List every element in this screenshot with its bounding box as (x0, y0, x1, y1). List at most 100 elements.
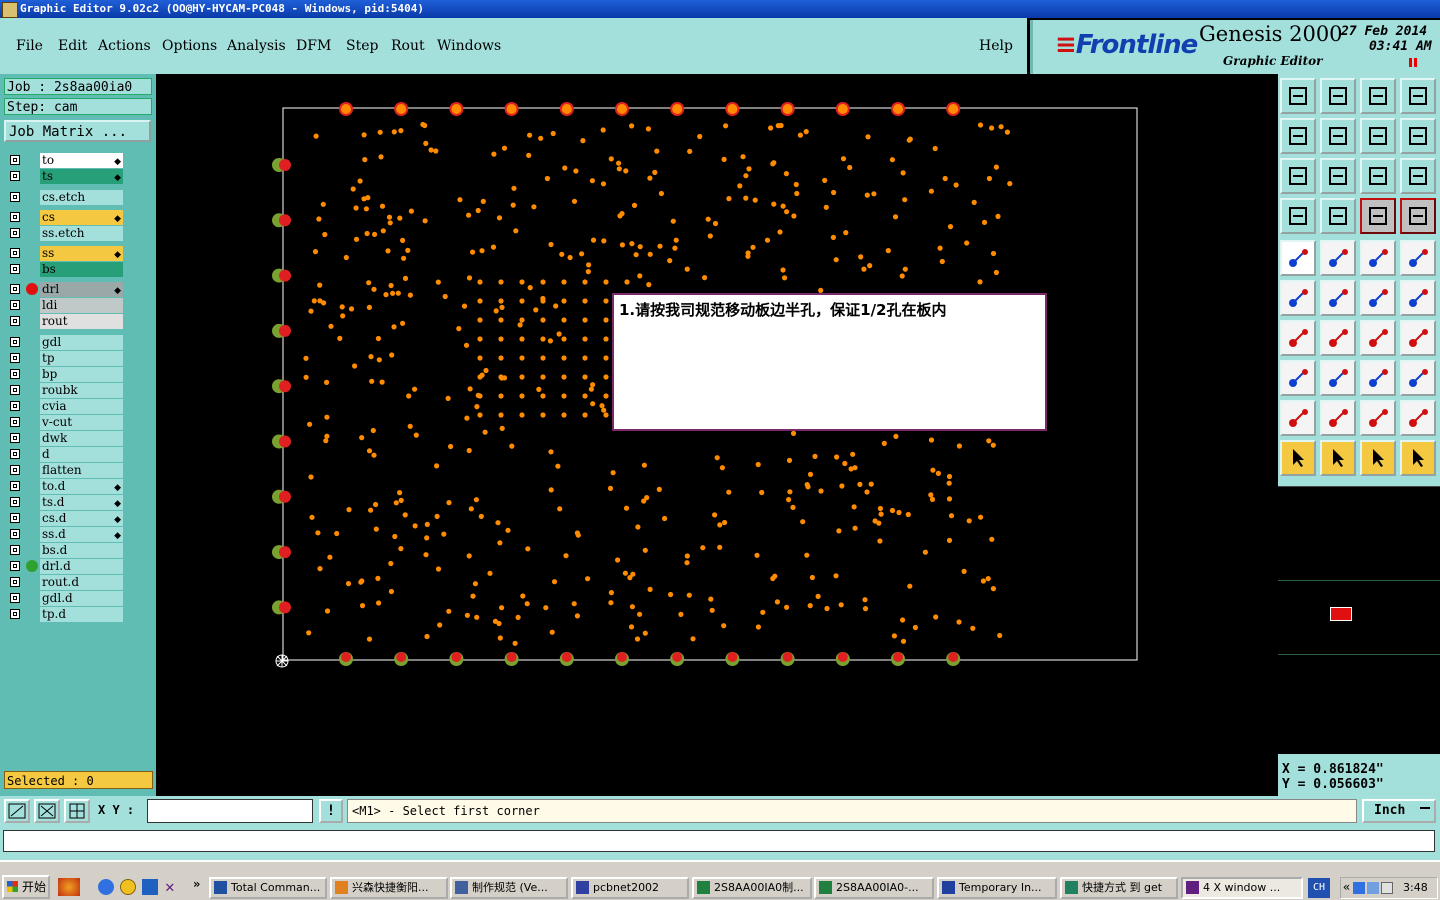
arc-button[interactable] (1360, 320, 1396, 356)
layer-row-drl-d[interactable]: drl.d (5, 559, 125, 574)
explorer-icon[interactable] (142, 879, 158, 895)
pad-button[interactable] (1280, 240, 1316, 276)
layer-name[interactable]: ss ◆ (40, 246, 123, 261)
taskbar-task-5[interactable]: 2S8AA00IA0-... (814, 877, 934, 899)
taskbar-task-3[interactable]: pcbnet2002 (571, 877, 689, 899)
layer-row-drl[interactable]: drl ◆ (5, 282, 125, 297)
layer-name[interactable]: flatten (40, 463, 123, 478)
layer-name[interactable]: bs.d (40, 543, 123, 558)
job-matrix-button[interactable]: Job Matrix ... (4, 120, 151, 142)
window-split-button[interactable] (1400, 78, 1436, 114)
network-icon[interactable] (1353, 882, 1365, 894)
undo-shape-button[interactable] (1360, 118, 1396, 154)
quicklaunch-icon[interactable] (58, 878, 80, 896)
grid-button[interactable] (1320, 198, 1356, 234)
layer-row-rout[interactable]: rout (5, 314, 125, 329)
layer-name[interactable]: gdl (40, 335, 123, 350)
layer-checkbox-icon[interactable] (10, 300, 20, 310)
layer-name[interactable]: tp (40, 351, 123, 366)
more-chevron-icon[interactable]: » (193, 877, 200, 891)
layer-row-ss[interactable]: ss ◆ (5, 246, 125, 261)
layer-name[interactable]: dwk (40, 431, 123, 446)
layer-name[interactable]: cs ◆ (40, 210, 123, 225)
pointer-box2-button[interactable] (1360, 440, 1396, 476)
layer-down-button[interactable] (1320, 78, 1356, 114)
board-drawing[interactable] (156, 74, 1278, 796)
tray-app-icon[interactable] (1381, 882, 1393, 894)
layer-row-gdl[interactable]: gdl (5, 335, 125, 350)
layer-name[interactable]: cs.d ◆ (40, 511, 123, 526)
layer-checkbox-icon[interactable] (10, 369, 20, 379)
layer-row-ldi[interactable]: ldi (5, 298, 125, 313)
layer-checkbox-icon[interactable] (10, 481, 20, 491)
layer-name[interactable]: cvia (40, 399, 123, 414)
layer-checkbox-icon[interactable] (10, 497, 20, 507)
menu-actions[interactable]: Actions (98, 38, 151, 54)
layer-row-gdl-d[interactable]: gdl.d (5, 591, 125, 606)
command-line[interactable] (3, 830, 1435, 852)
layer-name[interactable]: rout.d (40, 575, 123, 590)
line-red-button[interactable] (1320, 360, 1356, 396)
arrow-right-button[interactable] (1320, 118, 1356, 154)
scale-1-2-button[interactable] (1360, 158, 1396, 194)
layer-name[interactable]: bs (40, 262, 123, 277)
overview-map[interactable] (1278, 486, 1440, 755)
snap-red-button[interactable] (1360, 198, 1396, 234)
swap-button[interactable] (1400, 118, 1436, 154)
menu-rout[interactable]: Rout (391, 38, 425, 54)
layer-name[interactable]: ldi (40, 298, 123, 313)
layer-name[interactable]: to.d ◆ (40, 479, 123, 494)
layer-name[interactable]: cs.etch (40, 190, 123, 205)
taskbar-task-6[interactable]: Temporary In... (937, 877, 1057, 899)
layer-row-rout-d[interactable]: rout.d (5, 575, 125, 590)
menu-windows[interactable]: Windows (437, 38, 501, 54)
tray-expand-icon[interactable]: « (1343, 880, 1350, 894)
layer-row-tp-d[interactable]: tp.d (5, 607, 125, 622)
layer-checkbox-icon[interactable] (10, 337, 20, 347)
layer-name[interactable]: tp.d (40, 607, 123, 622)
layer-affected-dot-icon[interactable] (26, 560, 38, 572)
layer-row-ss-d[interactable]: ss.d ◆ (5, 527, 125, 542)
layer-name[interactable]: drl ◆ (40, 282, 123, 297)
taskbar-task-7[interactable]: 快捷方式 到 get (1060, 877, 1178, 899)
layer-name[interactable]: rout (40, 314, 123, 329)
ruler-button[interactable] (1360, 240, 1396, 276)
layer-name[interactable]: bp (40, 367, 123, 382)
grid-button[interactable] (64, 799, 90, 823)
arrow-left-button[interactable] (1280, 118, 1316, 154)
layer-checkbox-icon[interactable] (10, 433, 20, 443)
xy-input[interactable] (147, 799, 313, 823)
zoom-move-button[interactable] (1320, 158, 1356, 194)
layer-name[interactable]: v-cut (40, 415, 123, 430)
taskbar-task-0[interactable]: Total Comman... (209, 877, 327, 899)
layer-row-ts-d[interactable]: ts.d ◆ (5, 495, 125, 510)
layer-checkbox-icon[interactable] (10, 417, 20, 427)
window-title-bar[interactable]: Graphic Editor 9.02c2 (OO@HY-HYCAM-PC048… (0, 0, 1440, 18)
layer-checkbox-icon[interactable] (10, 316, 20, 326)
layer-row-bp[interactable]: bp (5, 367, 125, 382)
layer-row-bs[interactable]: bs (5, 262, 125, 277)
taskbar-task-4[interactable]: 2S8AA00IA0制... (692, 877, 812, 899)
pointer-box-button[interactable] (1320, 440, 1356, 476)
layer-checkbox-icon[interactable] (10, 353, 20, 363)
route-button[interactable] (1400, 440, 1436, 476)
clock-app-icon[interactable] (120, 879, 136, 895)
layer-name[interactable]: to ◆ (40, 153, 123, 168)
layer-name[interactable]: ss.d ◆ (40, 527, 123, 542)
layer-checkbox-icon[interactable] (10, 284, 20, 294)
layer-name[interactable]: drl.d (40, 559, 123, 574)
layer-row-dwk[interactable]: dwk (5, 431, 125, 446)
layer-checkbox-icon[interactable] (10, 577, 20, 587)
slash-button[interactable] (1320, 320, 1356, 356)
menu-dfm[interactable]: DFM (296, 38, 331, 54)
help-button[interactable] (1400, 158, 1436, 194)
layer-row-bs-d[interactable]: bs.d (5, 543, 125, 558)
layer-row-to-d[interactable]: to.d ◆ (5, 479, 125, 494)
layer-name[interactable]: d (40, 447, 123, 462)
angle-button[interactable] (1280, 320, 1316, 356)
start-button[interactable]: 开始 (2, 875, 50, 899)
layer-checkbox-icon[interactable] (10, 212, 20, 222)
layer-row-ts[interactable]: ts ◆ (5, 169, 125, 184)
layer-checkbox-icon[interactable] (10, 449, 20, 459)
select-pad-button[interactable] (1280, 360, 1316, 396)
